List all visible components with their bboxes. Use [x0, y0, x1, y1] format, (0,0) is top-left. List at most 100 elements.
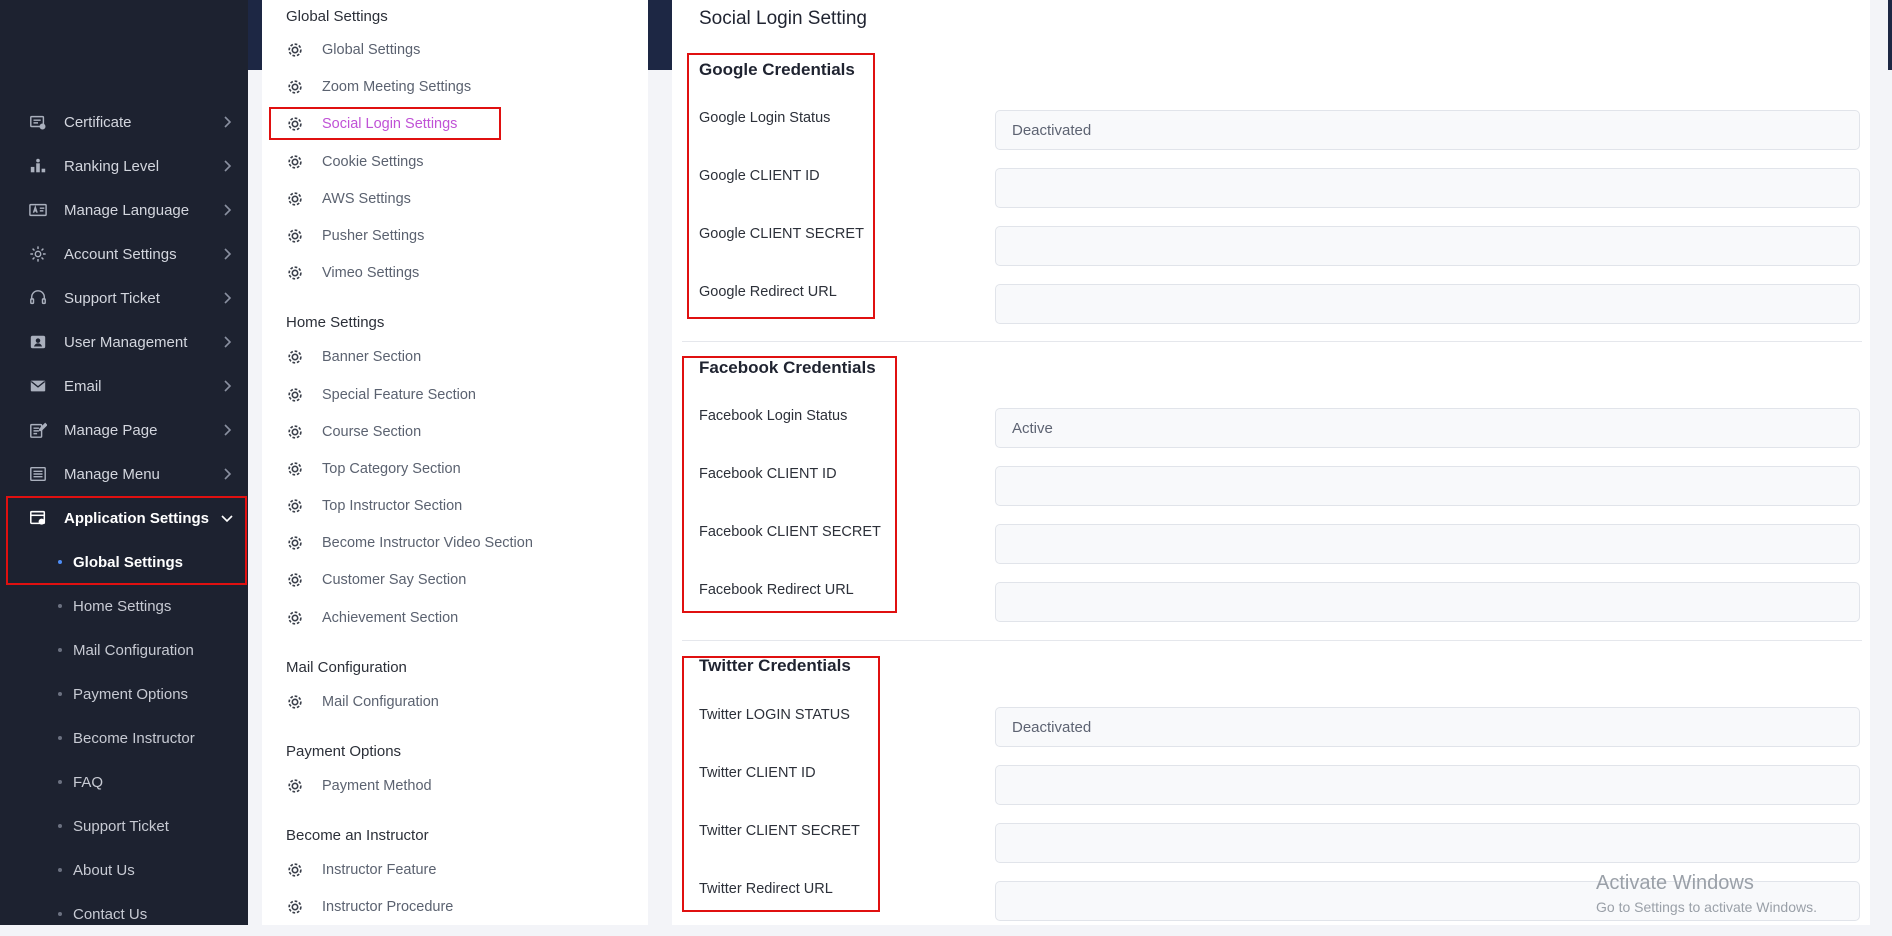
submenu-item-faq[interactable]: FAQ	[0, 760, 248, 804]
chevron-right-icon	[224, 468, 232, 480]
section-title-google: Google Credentials	[699, 60, 855, 79]
facebook-redirect-url-field[interactable]	[995, 582, 1860, 622]
section-title-facebook: Facebook Credentials	[699, 358, 876, 377]
settings-link-label: Zoom Meeting Settings	[322, 79, 472, 95]
submenu-item-payment-options[interactable]: Payment Options	[0, 672, 248, 716]
facebook-login-status-select[interactable]: Active	[995, 408, 1860, 448]
settings-link-vimeo-settings[interactable]: Vimeo Settings	[286, 262, 419, 284]
settings-link-aws-settings[interactable]: AWS Settings	[286, 188, 411, 210]
settings-link-social-login-settings[interactable]: Social Login Settings	[286, 113, 457, 135]
settings-link-instructor-procedure[interactable]: Instructor Procedure	[286, 896, 453, 918]
submenu-item-mail-configuration[interactable]: Mail Configuration	[0, 628, 248, 672]
highlight-box	[682, 356, 897, 613]
settings-link-global-settings[interactable]: Global Settings	[286, 39, 420, 61]
sidebar-item-certificate[interactable]: Certificate	[0, 100, 248, 144]
sidebar-item-label: Manage Menu	[64, 465, 160, 483]
gear-icon	[288, 779, 302, 793]
twitter-client-secret-field[interactable]	[995, 823, 1860, 863]
settings-link-banner-section[interactable]: Banner Section	[286, 346, 421, 368]
submenu-item-global-settings[interactable]: Global Settings	[0, 540, 248, 584]
bullet-dot	[58, 824, 62, 828]
divider	[682, 341, 1862, 342]
settings-link-label: Instructor Feature	[322, 862, 437, 878]
user-icon	[28, 332, 48, 352]
settings-link-achievement-section[interactable]: Achievement Section	[286, 607, 458, 629]
settings-link-top-category-section[interactable]: Top Category Section	[286, 458, 461, 480]
sidebar-item-manage-language[interactable]: Manage Language	[0, 188, 248, 232]
sidebar-item-user-management[interactable]: User Management	[0, 320, 248, 364]
group-title: Home Settings	[286, 314, 385, 331]
sidebar-item-manage-page[interactable]: Manage Page	[0, 408, 248, 452]
twitter-client-id-field[interactable]	[995, 765, 1860, 805]
submenu-item-about-us[interactable]: About Us	[0, 848, 248, 892]
submenu-item-support-ticket[interactable]: Support Ticket	[0, 804, 248, 848]
chevron-right-icon	[224, 292, 232, 304]
google-redirect-url-field[interactable]	[995, 284, 1860, 324]
settings-link-label: Pusher Settings	[322, 228, 425, 244]
gear-icon	[288, 229, 302, 243]
chevron-right-icon	[224, 248, 232, 260]
facebook-client-secret-field[interactable]	[995, 524, 1860, 564]
scrollbar[interactable]	[1888, 0, 1892, 70]
sidebar-item-ranking-level[interactable]: Ranking Level	[0, 144, 248, 188]
sidebar-item-support-ticket[interactable]: Support Ticket	[0, 276, 248, 320]
sidebar-menu: Certificate Ranking Level Manage Languag…	[0, 100, 248, 936]
gear-icon	[288, 192, 302, 206]
submenu-item-become-instructor[interactable]: Become Instructor	[0, 716, 248, 760]
google-login-status-select[interactable]: Deactivated	[995, 110, 1860, 150]
chevron-right-icon	[224, 336, 232, 348]
sidebar-item-manage-menu[interactable]: Manage Menu	[0, 452, 248, 496]
sidebar-item-application-settings[interactable]: Application Settings	[0, 496, 248, 540]
settings-link-label: Top Category Section	[322, 461, 461, 477]
twitter-login-status-select[interactable]: Deactivated	[995, 707, 1860, 747]
google-client-id-field[interactable]	[995, 168, 1860, 208]
settings-link-instructor-feature[interactable]: Instructor Feature	[286, 859, 436, 881]
settings-link-cookie-settings[interactable]: Cookie Settings	[286, 151, 424, 173]
facebook-client-id-field[interactable]	[995, 466, 1860, 506]
chevron-right-icon	[224, 116, 232, 128]
sidebar-item-label: Application Settings	[64, 509, 210, 527]
bullet-dot	[58, 692, 62, 696]
settings-link-special-feature-section[interactable]: Special Feature Section	[286, 384, 476, 406]
settings-link-label: Payment Method	[322, 778, 432, 794]
submenu-item-contact-us[interactable]: Contact Us	[0, 892, 248, 936]
sidebar-item-email[interactable]: Email	[0, 364, 248, 408]
field-label: Facebook CLIENT ID	[699, 466, 837, 482]
settings-link-label: Top Instructor Section	[322, 498, 463, 514]
settings-link-label: Banner Section	[322, 349, 422, 365]
settings-link-pusher-settings[interactable]: Pusher Settings	[286, 225, 424, 247]
settings-link-customer-say-section[interactable]: Customer Say Section	[286, 569, 466, 591]
gear-icon	[288, 611, 302, 625]
google-client-secret-field[interactable]	[995, 226, 1860, 266]
settings-link-payment-method[interactable]: Payment Method	[286, 775, 432, 797]
gear-icon	[288, 266, 302, 280]
headset-icon	[28, 288, 48, 308]
bullet-dot	[58, 648, 62, 652]
settings-link-label: Customer Say Section	[322, 572, 467, 588]
submenu-item-home-settings[interactable]: Home Settings	[0, 584, 248, 628]
menu-icon	[28, 464, 48, 484]
submenu-label: Mail Configuration	[73, 641, 194, 659]
gear-icon	[288, 155, 302, 169]
application-settings-submenu: Global Settings Home Settings Mail Confi…	[0, 540, 248, 936]
settings-link-become-instructor-video-section[interactable]: Become Instructor Video Section	[286, 532, 533, 554]
sidebar-item-label: Manage Language	[64, 201, 190, 219]
gear-icon	[288, 43, 302, 57]
gear-icon	[288, 350, 302, 364]
page-title: Social Login Setting	[699, 8, 867, 29]
settings-link-course-section[interactable]: Course Section	[286, 421, 421, 443]
bullet-dot	[58, 560, 62, 564]
sidebar-item-label: Ranking Level	[64, 157, 160, 175]
sidebar-item-account-settings[interactable]: Account Settings	[0, 232, 248, 276]
language-icon	[28, 200, 48, 220]
settings-link-top-instructor-section[interactable]: Top Instructor Section	[286, 495, 462, 517]
settings-link-mail-configuration[interactable]: Mail Configuration	[286, 691, 439, 713]
group-title: Become an Instructor	[286, 827, 429, 844]
field-label: Twitter Redirect URL	[699, 881, 833, 897]
field-label: Facebook Login Status	[699, 408, 848, 424]
settings-link-zoom-meeting-settings[interactable]: Zoom Meeting Settings	[286, 76, 471, 98]
group-title: Global Settings	[286, 8, 388, 25]
certificate-icon	[28, 112, 48, 132]
ranking-icon	[28, 156, 48, 176]
watermark-subtitle: Go to Settings to activate Windows.	[1596, 899, 1817, 915]
